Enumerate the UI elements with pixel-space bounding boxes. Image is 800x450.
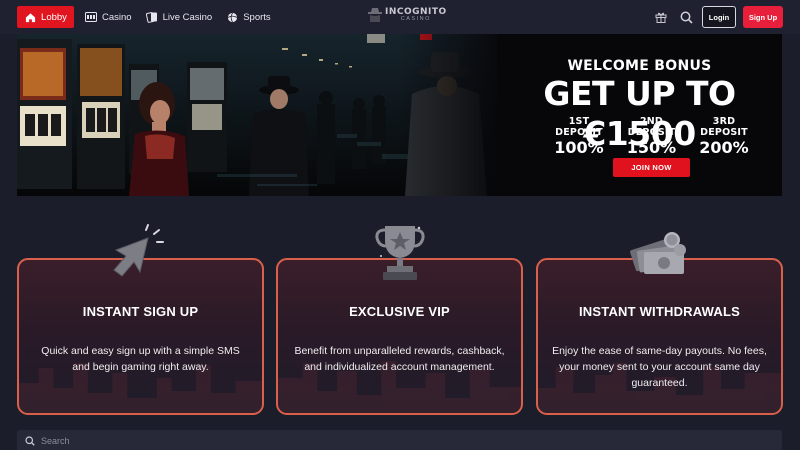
- feature-card-instant-withdrawals: INSTANT WITHDRAWALS Enjoy the ease of sa…: [536, 258, 783, 415]
- deposit-tier-label: 3RD DEPOSIT: [700, 116, 748, 138]
- deposit-tier-value: 150%: [626, 138, 677, 157]
- cards-icon: [145, 11, 158, 23]
- gift-icon: [655, 12, 667, 23]
- ball-icon: [226, 11, 238, 23]
- feature-description: Quick and easy sign up with a simple SMS…: [41, 345, 240, 373]
- promo-panel: WELCOME BONUS GET UP TO €1500 1ST DEPOSI…: [497, 34, 782, 196]
- nav-live-casino-label: Live Casino: [162, 11, 213, 23]
- deposit-tier: 3RD DEPOSIT 200%: [689, 116, 759, 157]
- trophy-icon: [375, 226, 425, 280]
- nav-sports-label: Sports: [243, 11, 271, 23]
- feature-title: INSTANT WITHDRAWALS: [579, 304, 740, 319]
- search-input[interactable]: [41, 436, 741, 446]
- deposit-tier: 2ND DEPOSIT 150%: [617, 116, 687, 157]
- deposit-tier-label: 1ST DEPOSIT: [555, 116, 603, 138]
- slot-machine-icon: [85, 11, 97, 23]
- nav-sports[interactable]: Sports: [219, 6, 277, 28]
- feature-description: Enjoy the ease of same-day payouts. No f…: [552, 345, 767, 389]
- feature-description: Benefit from unparalleled rewards, cashb…: [294, 345, 505, 373]
- gift-button[interactable]: [652, 6, 670, 28]
- promo-welcome-text: WELCOME BONUS: [567, 58, 712, 74]
- feature-title: EXCLUSIVE VIP: [349, 304, 450, 319]
- nav-casino[interactable]: Casino: [78, 6, 139, 28]
- spy-hat-icon: [368, 8, 382, 22]
- logo-subtitle: CASINO: [400, 15, 431, 22]
- top-navbar: Lobby Casino Live Casino Sports INCOGNIT…: [0, 0, 800, 34]
- login-button[interactable]: Login: [702, 6, 736, 28]
- site-logo[interactable]: INCOGNITO CASINO: [368, 7, 447, 23]
- nav-live-casino[interactable]: Live Casino: [139, 6, 220, 28]
- deposit-tier: 1ST DEPOSIT 100%: [544, 116, 614, 157]
- cursor-click-icon: [113, 224, 164, 277]
- deposit-tier-value: 100%: [554, 138, 604, 157]
- home-icon: [24, 11, 36, 23]
- search-button[interactable]: [677, 6, 695, 28]
- feature-title: INSTANT SIGN UP: [82, 304, 199, 319]
- deposit-tier-value: 200%: [699, 138, 749, 157]
- game-search-bar[interactable]: [17, 430, 782, 450]
- deposit-tiers: 1ST DEPOSIT 100% 2ND DEPOSIT 150% 3RD DE…: [544, 116, 759, 157]
- money-icon: [630, 232, 686, 274]
- nav-lobby-label: Lobby: [41, 11, 67, 23]
- signup-button[interactable]: Sign Up: [743, 6, 783, 28]
- search-icon: [680, 11, 693, 24]
- nav-casino-label: Casino: [102, 11, 132, 23]
- welcome-bonus-banner[interactable]: WELCOME BONUS GET UP TO €1500 1ST DEPOSI…: [17, 34, 782, 196]
- feature-card-instant-signup: INSTANT SIGN UP Quick and easy sign up w…: [17, 258, 264, 415]
- deposit-tier-label: 2ND DEPOSIT: [627, 116, 676, 138]
- join-now-button[interactable]: JOIN NOW: [613, 158, 690, 177]
- search-icon: [25, 436, 35, 446]
- nav-lobby[interactable]: Lobby: [17, 6, 74, 28]
